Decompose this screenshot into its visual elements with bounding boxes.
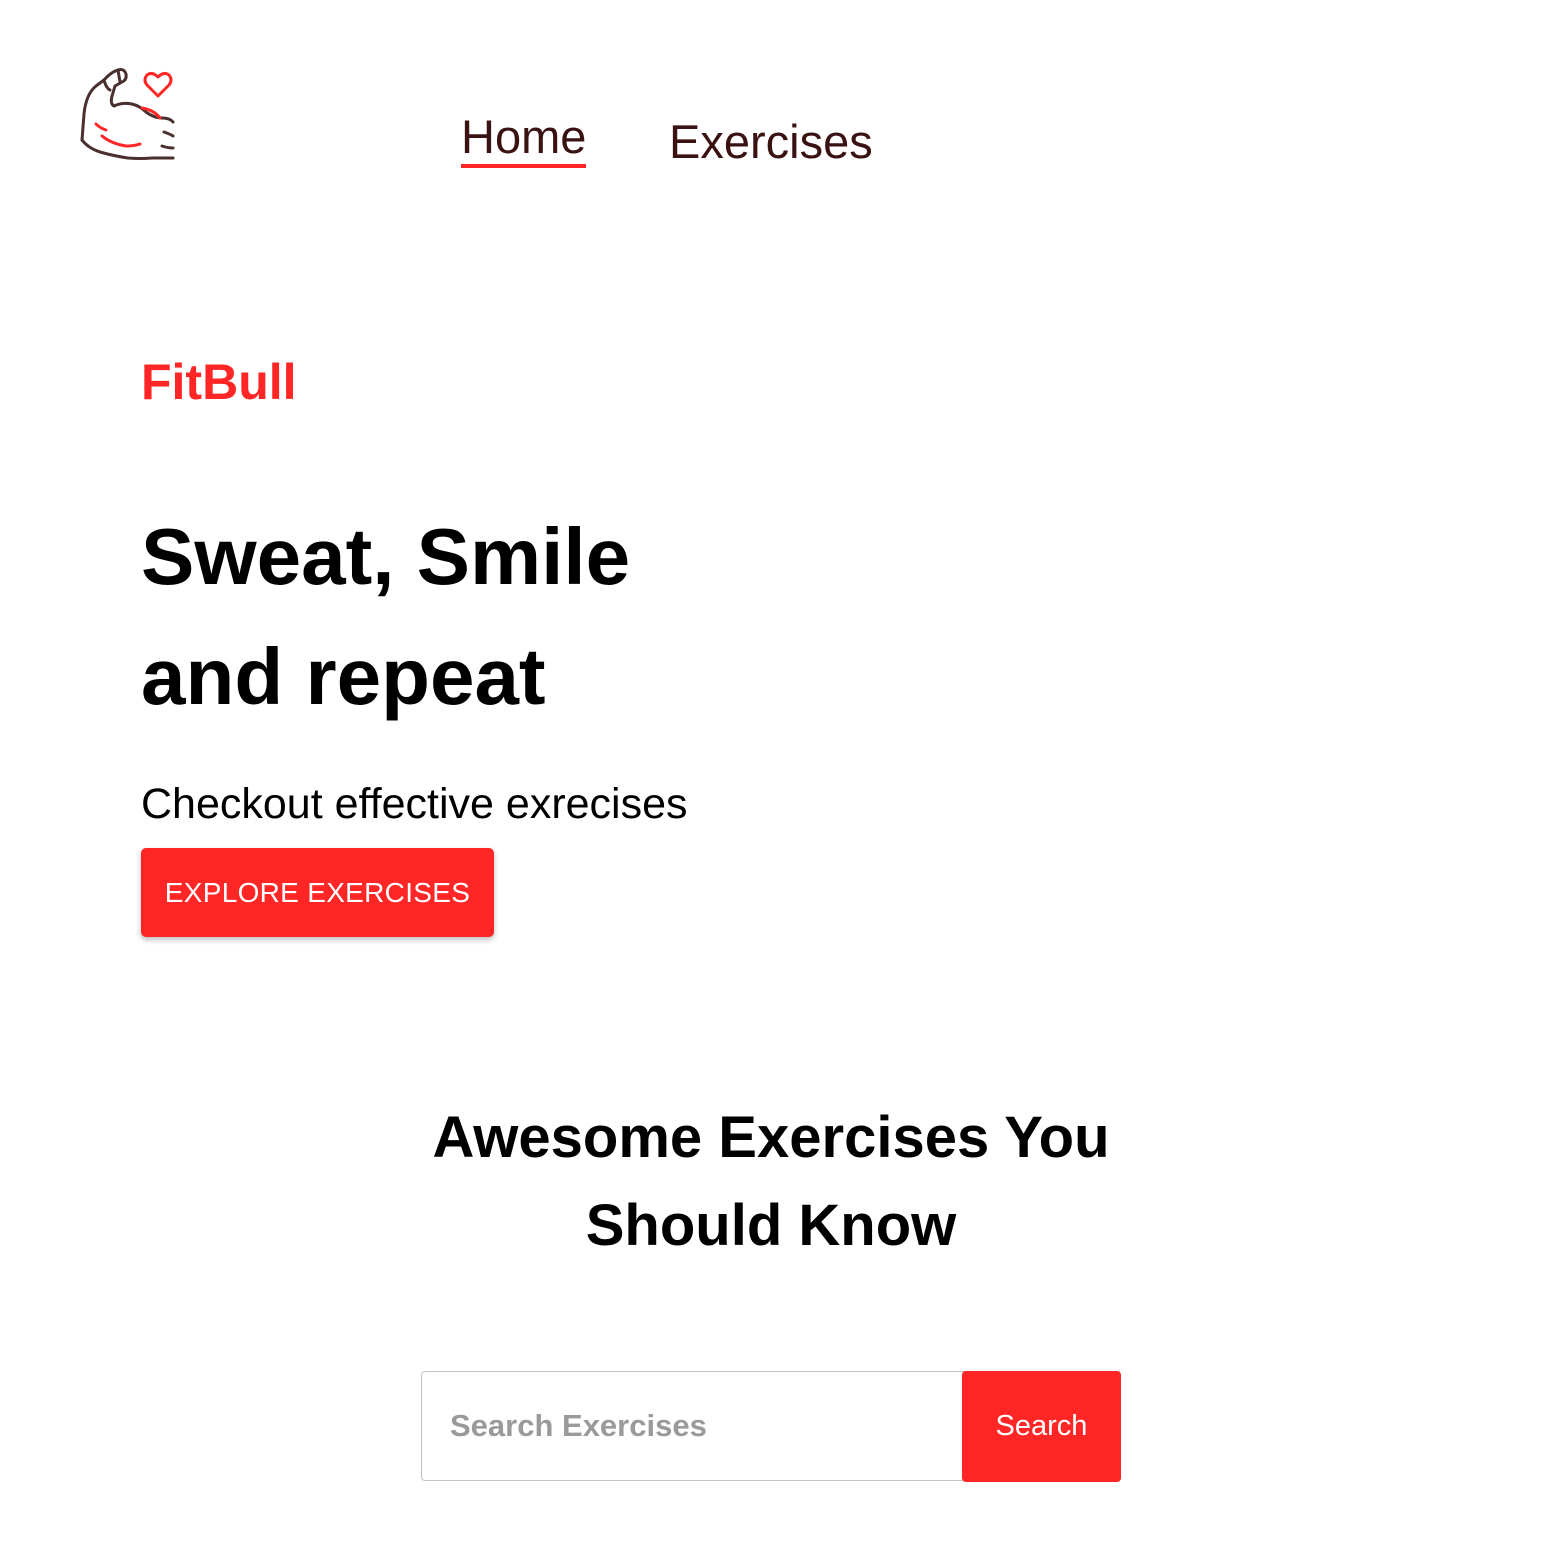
search-section-title-line2: Should Know	[585, 1193, 957, 1258]
nav-exercises-link[interactable]: Exercises	[669, 118, 873, 165]
nav-home-link[interactable]: Home	[461, 113, 587, 168]
search-input[interactable]	[421, 1371, 981, 1481]
brand-name: FitBull	[141, 354, 297, 410]
hero-headline-line2: and repeat	[141, 632, 546, 721]
search-bar: Search	[421, 1371, 1121, 1483]
search-section-title: Awesome Exercises You Should Know	[0, 1094, 1542, 1270]
explore-exercises-button[interactable]: EXPLORE EXERCISES	[141, 848, 494, 937]
flexed-arm-heart-icon	[80, 68, 175, 160]
hero-headline-line1: Sweat, Smile	[141, 512, 631, 601]
logo-link[interactable]	[78, 62, 176, 162]
search-button[interactable]: Search	[962, 1371, 1121, 1482]
hero-subtext: Checkout effective exrecises	[141, 780, 688, 828]
search-section-title-line1: Awesome Exercises You	[432, 1105, 1110, 1170]
hero-headline: Sweat, Smile and repeat	[141, 497, 630, 737]
